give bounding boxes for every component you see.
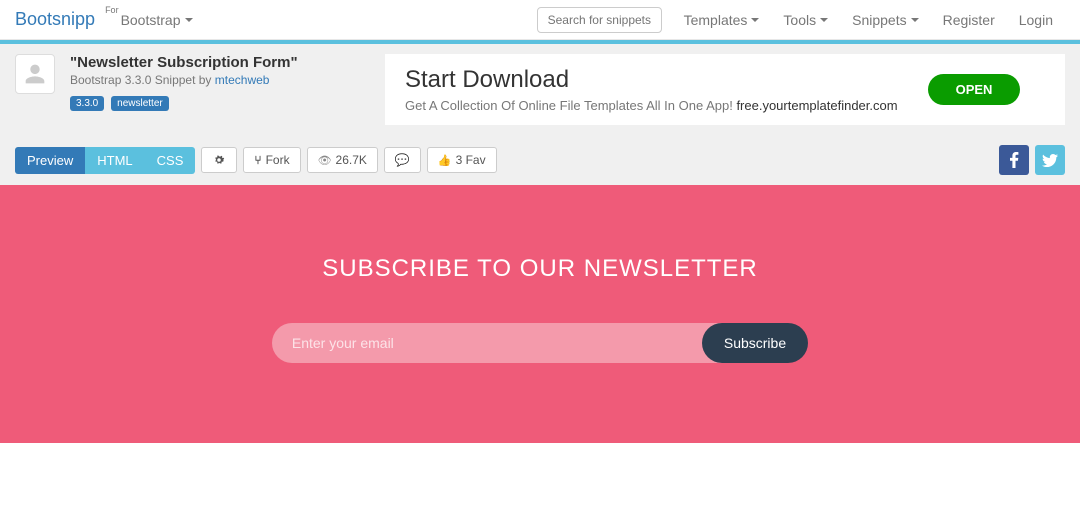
ad-description: Get A Collection Of Online File Template… bbox=[405, 98, 898, 113]
fork-icon bbox=[254, 153, 261, 167]
bootstrap-dropdown-label: Bootstrap bbox=[121, 12, 181, 28]
gear-icon bbox=[212, 153, 226, 167]
nav-templates[interactable]: Templates bbox=[672, 12, 772, 28]
subscribe-form: Subscribe bbox=[0, 323, 1080, 363]
caret-down-icon bbox=[185, 18, 193, 22]
brand-logo[interactable]: Bootsnipp bbox=[15, 9, 95, 30]
tab-css[interactable]: CSS bbox=[145, 147, 196, 174]
facebook-icon bbox=[1009, 152, 1019, 168]
tag-version[interactable]: 3.3.0 bbox=[70, 96, 104, 111]
snippet-info: "Newsletter Subscription Form" Bootstrap… bbox=[70, 54, 298, 125]
author-link[interactable]: mtechweb bbox=[215, 73, 270, 87]
ad-text: Start Download Get A Collection Of Onlin… bbox=[405, 66, 898, 113]
comment-icon bbox=[395, 153, 410, 167]
avatar[interactable] bbox=[15, 54, 55, 94]
snippet-subtitle: Bootstrap 3.3.0 Snippet by mtechweb bbox=[70, 73, 298, 87]
nav-snippets[interactable]: Snippets bbox=[840, 12, 930, 28]
subscribe-button[interactable]: Subscribe bbox=[702, 323, 808, 363]
tab-preview[interactable]: Preview bbox=[15, 147, 85, 174]
for-label: For bbox=[105, 5, 119, 15]
thumb-up-icon bbox=[438, 153, 452, 167]
caret-down-icon bbox=[751, 18, 759, 22]
comments-button[interactable] bbox=[384, 147, 421, 173]
favorite-button[interactable]: 3 Fav bbox=[427, 147, 497, 173]
email-input[interactable] bbox=[272, 323, 722, 363]
snippet-header: "Newsletter Subscription Form" Bootstrap… bbox=[0, 40, 1080, 135]
settings-button[interactable] bbox=[201, 147, 237, 173]
caret-down-icon bbox=[911, 18, 919, 22]
tag-list: 3.3.0 newsletter bbox=[70, 93, 298, 109]
tab-html[interactable]: HTML bbox=[85, 147, 144, 174]
views-count: 26.7K bbox=[307, 147, 378, 173]
top-navbar: Bootsnipp For Bootstrap Templates Tools … bbox=[0, 0, 1080, 40]
user-icon bbox=[21, 60, 49, 88]
newsletter-heading: SUBSCRIBE TO OUR NEWSLETTER bbox=[0, 255, 1080, 283]
share-facebook-button[interactable] bbox=[999, 145, 1029, 175]
nav-tools[interactable]: Tools bbox=[771, 12, 840, 28]
ad-banner: Start Download Get A Collection Of Onlin… bbox=[385, 54, 1065, 125]
twitter-icon bbox=[1042, 154, 1058, 167]
view-tabs: Preview HTML CSS bbox=[15, 147, 195, 174]
search-input[interactable] bbox=[537, 7, 662, 33]
tag-newsletter[interactable]: newsletter bbox=[111, 96, 169, 111]
nav-register[interactable]: Register bbox=[931, 12, 1007, 28]
ad-title: Start Download bbox=[405, 66, 898, 94]
share-twitter-button[interactable] bbox=[1035, 145, 1065, 175]
preview-pane: SUBSCRIBE TO OUR NEWSLETTER Subscribe bbox=[0, 185, 1080, 443]
fork-button[interactable]: Fork bbox=[243, 147, 300, 173]
bootstrap-dropdown[interactable]: Bootstrap bbox=[121, 12, 193, 28]
snippet-toolbar: Preview HTML CSS Fork 26.7K 3 Fav bbox=[0, 135, 1080, 185]
ad-open-button[interactable]: OPEN bbox=[928, 74, 1021, 105]
nav-login[interactable]: Login bbox=[1007, 12, 1065, 28]
snippet-title: "Newsletter Subscription Form" bbox=[70, 54, 298, 71]
eye-icon bbox=[318, 153, 332, 167]
caret-down-icon bbox=[820, 18, 828, 22]
